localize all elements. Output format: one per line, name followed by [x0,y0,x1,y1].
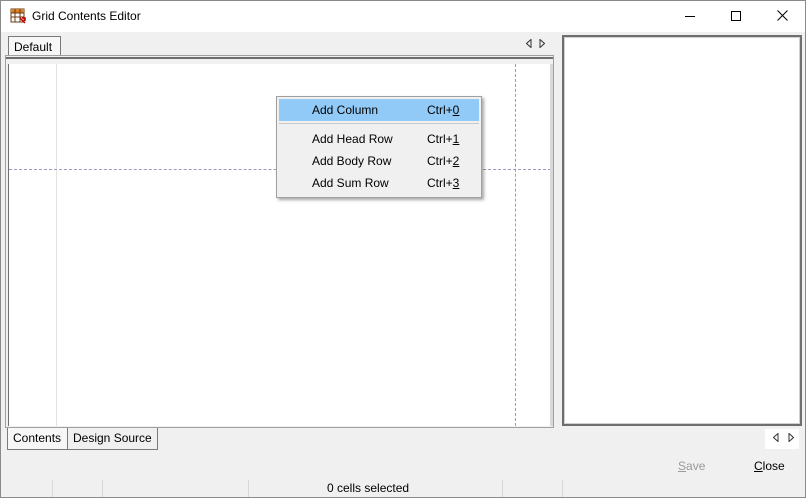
property-panel-inner [564,37,800,424]
menu-item-shortcut: Ctrl+2 [427,154,460,168]
save-button[interactable]: Save [678,459,705,473]
close-mnemonic: C [754,459,763,473]
menu-item-shortcut: Ctrl+1 [427,132,460,146]
tab-design-source[interactable]: Design Source [67,428,158,450]
menu-separator [279,123,479,124]
menu-item-add-sum-row[interactable]: Add Sum Row Ctrl+3 [279,172,479,194]
menu-item-add-column[interactable]: Add Column Ctrl+0 [279,99,479,121]
title-bar: Grid Contents Editor [1,1,805,32]
status-segment [1,480,53,497]
menu-item-label: Add Head Row [312,132,393,146]
tab-contents[interactable]: Contents [7,428,68,450]
close-icon [776,9,788,24]
tab-default[interactable]: Default [8,36,61,57]
triangle-right-icon[interactable] [788,432,794,444]
minimize-icon [685,10,695,24]
status-segment [53,480,103,497]
row-header-divider [56,64,57,426]
status-segment [503,480,563,497]
maximize-button[interactable] [713,1,759,32]
layout-tab-strip: Default [5,34,553,57]
menu-item-shortcut: Ctrl+0 [427,103,460,117]
menu-item-label: Add Body Row [312,154,392,168]
status-bar: 0 cells selected [1,479,805,497]
bottom-tab-scroll [765,429,799,449]
close-label-rest: lose [762,459,785,473]
grid-table-icon [10,8,26,24]
triangle-left-icon[interactable] [772,432,779,444]
bottom-tab-strip: Contents Design Source [5,428,803,450]
context-menu: Add Column Ctrl+0 Add Head Row Ctrl+1 Ad… [276,96,482,198]
property-panel[interactable] [562,35,802,426]
menu-item-add-head-row[interactable]: Add Head Row Ctrl+1 [279,128,479,150]
editor-top-border [6,56,553,59]
triangle-right-icon[interactable] [539,38,546,50]
maximize-icon [731,10,741,24]
menu-item-add-body-row[interactable]: Add Body Row Ctrl+2 [279,150,479,172]
grid-contents-editor-window: Grid Contents Editor Default Contents De… [0,0,806,498]
selection-status: 0 cells selected [327,481,410,495]
canvas-right-edge [550,64,553,426]
vertical-guide-line [515,64,516,426]
save-mnemonic: S [678,459,687,473]
close-window-button[interactable] [759,1,805,32]
menu-item-shortcut: Ctrl+3 [427,176,460,190]
status-segment [103,480,249,497]
window-title: Grid Contents Editor [32,9,141,23]
triangle-left-icon[interactable] [525,38,532,50]
menu-item-label: Add Column [312,103,379,117]
minimize-button[interactable] [667,1,713,32]
save-label-rest: ave [686,459,706,473]
menu-item-label: Add Sum Row [312,176,389,190]
close-button[interactable]: Close [754,459,785,473]
